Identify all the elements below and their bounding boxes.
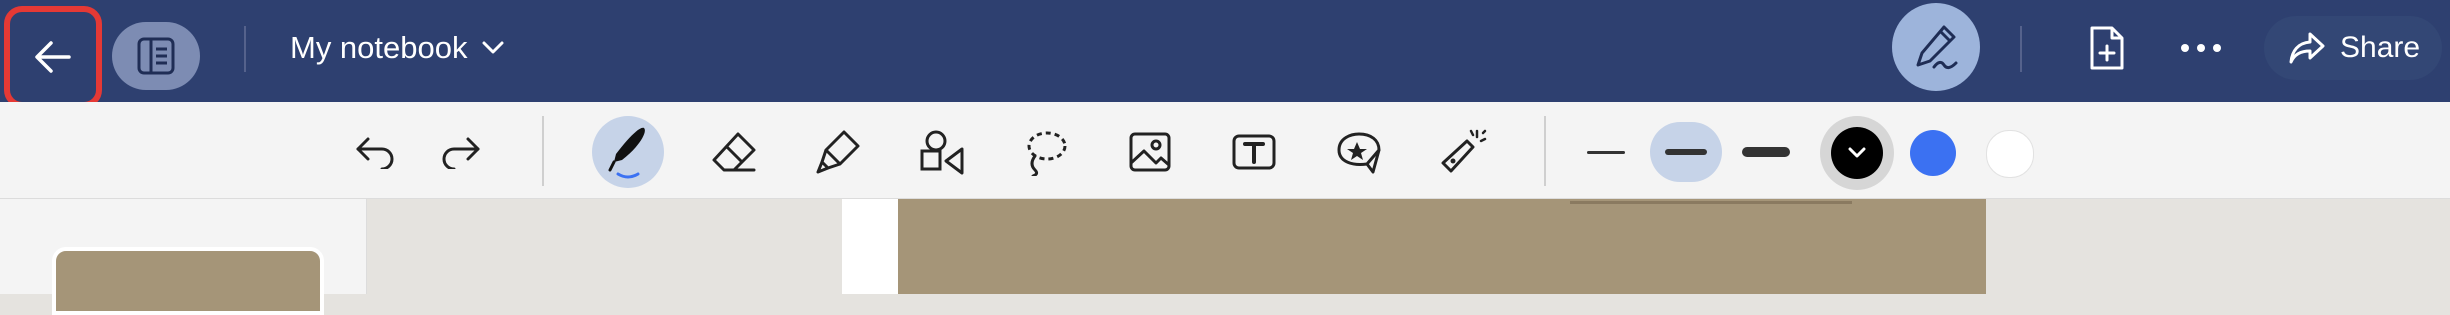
highlighter-icon — [816, 130, 860, 174]
file-plus-icon — [2090, 26, 2124, 70]
header-divider-right — [2020, 26, 2022, 72]
stroke-thin-icon — [1587, 150, 1625, 154]
pen-signature-icon — [1916, 25, 1958, 70]
stroke-medium-icon — [1665, 149, 1707, 155]
image-icon — [1129, 132, 1171, 172]
laser-pointer-icon — [1441, 129, 1487, 173]
lasso-icon — [1027, 131, 1067, 176]
toggle-sidebar-button[interactable] — [112, 22, 200, 90]
notebook-sidebar-icon — [137, 37, 175, 75]
more-dots-icon — [2181, 44, 2221, 52]
lasso-tool[interactable] — [1010, 116, 1082, 188]
arrow-left-icon — [35, 41, 71, 73]
color-black-swatch — [1831, 127, 1883, 179]
share-label: Share — [2340, 31, 2421, 64]
shapes-tool[interactable] — [906, 116, 978, 188]
color-white-swatch[interactable] — [1986, 130, 2034, 178]
share-arrow-icon — [2289, 32, 2325, 64]
toolbar-divider-right — [1544, 116, 1546, 186]
notebook-title-dropdown[interactable]: My notebook — [290, 28, 504, 68]
stroke-thick-option[interactable] — [1730, 122, 1802, 182]
undo-icon — [356, 137, 394, 169]
shapes-icon — [920, 130, 964, 175]
notebook-title: My notebook — [290, 30, 468, 65]
pen-tool[interactable] — [592, 116, 664, 188]
stroke-thin-option[interactable] — [1570, 122, 1642, 182]
top-bar: My notebook Share — [0, 0, 2450, 108]
page-thumbnail[interactable] — [52, 247, 324, 315]
eraser-tool[interactable] — [698, 116, 770, 188]
sticker-icon — [1337, 132, 1381, 174]
image-tool[interactable] — [1114, 116, 1186, 188]
stroke-thick-icon — [1742, 147, 1790, 157]
notebook-page[interactable] — [898, 199, 1986, 294]
laser-pointer-tool[interactable] — [1426, 116, 1498, 188]
pen-mode-button[interactable] — [1892, 3, 1980, 91]
more-options-button[interactable] — [2176, 28, 2226, 68]
drawing-toolbar — [0, 102, 2450, 199]
page-thumbnails-panel — [0, 199, 367, 315]
toolbar-divider — [542, 116, 544, 186]
text-box-tool[interactable] — [1218, 116, 1290, 188]
sticker-tool[interactable] — [1322, 116, 1394, 188]
add-page-button[interactable] — [2080, 20, 2134, 76]
back-button[interactable] — [4, 6, 102, 108]
share-button[interactable]: Share — [2264, 16, 2442, 80]
canvas-area — [0, 199, 2450, 315]
redo-icon — [442, 137, 480, 169]
undo-button[interactable] — [340, 116, 412, 188]
eraser-icon — [712, 132, 756, 172]
chevron-down-icon — [482, 41, 503, 54]
highlighter-tool[interactable] — [802, 116, 874, 188]
text-box-icon — [1232, 134, 1276, 170]
color-blue-swatch[interactable] — [1910, 130, 1956, 176]
page-ruled-line — [1570, 201, 1852, 204]
chevron-down-icon — [1848, 147, 1866, 158]
pen-icon — [608, 127, 645, 179]
stroke-medium-option[interactable] — [1650, 122, 1722, 182]
header-divider — [244, 26, 246, 72]
redo-button[interactable] — [424, 116, 496, 188]
color-black-selected[interactable] — [1820, 116, 1894, 190]
